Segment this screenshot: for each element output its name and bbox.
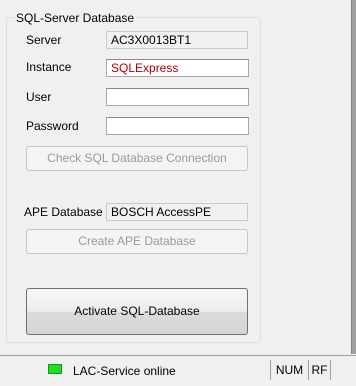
ape-database-label: APE Database	[24, 205, 103, 219]
user-label: User	[26, 90, 52, 104]
password-label: Password	[26, 119, 79, 133]
status-bar: LAC-Service online NUM RF	[0, 355, 356, 386]
ape-database-field: BOSCH AccessPE	[106, 203, 248, 221]
service-status-indicator-icon	[48, 364, 62, 374]
instance-label: Instance	[26, 60, 72, 74]
window-frame-edge	[351, 0, 356, 354]
rf-indicator: RF	[308, 360, 330, 380]
instance-input[interactable]: SQLExpress	[106, 59, 249, 77]
activate-sql-database-button[interactable]: Activate SQL-Database	[26, 288, 248, 335]
create-ape-database-button[interactable]: Create APE Database	[26, 229, 248, 254]
server-label: Server	[26, 33, 62, 47]
status-pane-empty	[330, 360, 356, 380]
server-field: AC3X0013BT1	[106, 31, 248, 49]
service-status-text: LAC-Service online	[73, 364, 176, 378]
user-input[interactable]	[106, 88, 249, 106]
num-lock-indicator: NUM	[270, 360, 308, 380]
groupbox-title: SQL-Server Database	[14, 11, 137, 25]
password-input[interactable]	[106, 117, 249, 135]
check-connection-button[interactable]: Check SQL Database Connection	[26, 146, 248, 171]
